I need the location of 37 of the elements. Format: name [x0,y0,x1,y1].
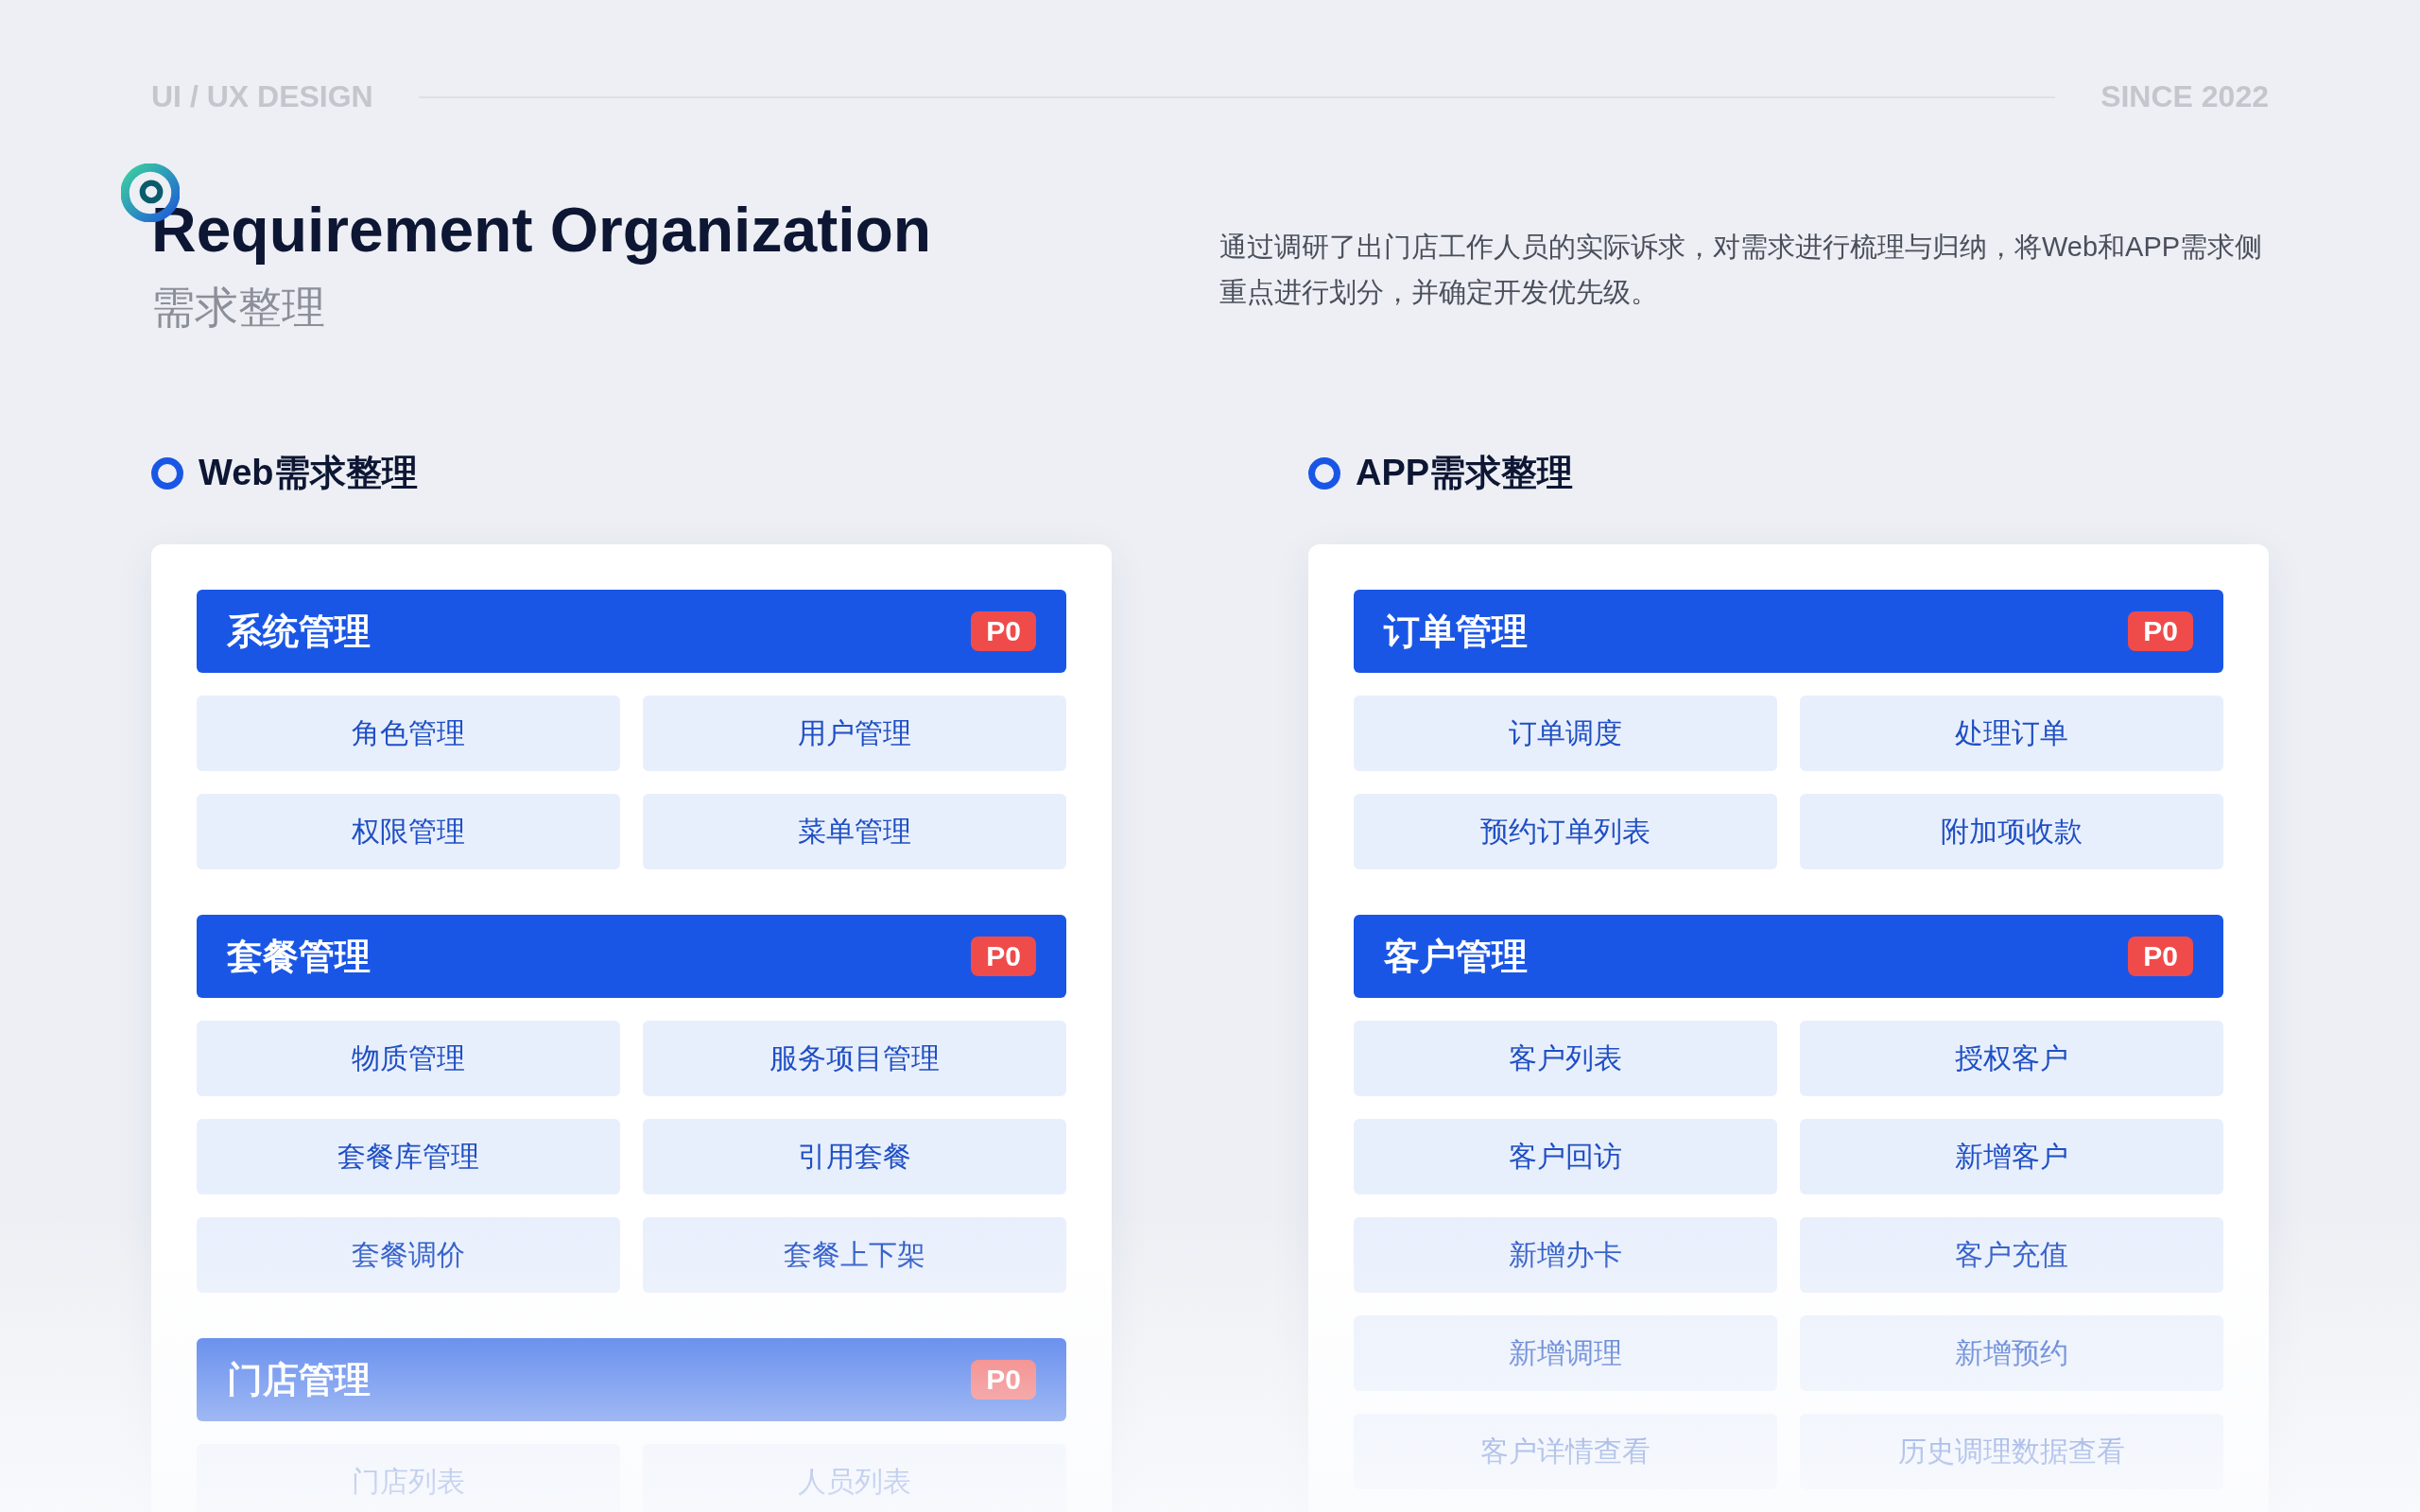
priority-badge: P0 [2128,611,2193,651]
feature-item[interactable]: 物质管理 [197,1021,620,1096]
feature-item[interactable]: 套餐调价 [197,1217,620,1293]
feature-item[interactable]: 处理订单 [1800,696,2223,771]
feature-item[interactable]: 服务项目管理 [643,1021,1066,1096]
feature-item[interactable]: 预约订单列表 [1354,794,1777,869]
feature-item[interactable]: 客户充值 [1800,1217,2223,1293]
group-title: 客户管理 [1384,935,1528,978]
feature-item[interactable]: 套餐上下架 [643,1217,1066,1293]
ring-icon [151,456,183,490]
feature-item[interactable]: 角色管理 [197,696,620,771]
feature-item[interactable]: 新增办卡 [1354,1217,1777,1293]
priority-badge: P0 [2128,936,2193,976]
feature-item[interactable]: 引用套餐 [643,1119,1066,1194]
priority-badge: P0 [971,936,1036,976]
feature-item[interactable]: 菜单管理 [643,794,1066,869]
section-heading: Web需求整理 [199,452,418,494]
group-title: 门店管理 [227,1358,371,1401]
feature-item[interactable]: 授权客户 [1800,1021,2223,1096]
page-subtitle: 需求整理 [151,282,326,334]
feature-item[interactable]: 订单调度 [1354,696,1777,771]
group-title: 套餐管理 [227,935,371,978]
group-title: 订单管理 [1384,610,1528,653]
feature-item[interactable]: 客户列表 [1354,1021,1777,1096]
feature-item[interactable]: 权限管理 [197,794,620,869]
feature-item[interactable]: 客户回访 [1354,1119,1777,1194]
group-title: 系统管理 [227,610,371,653]
description-text: 通过调研了出门店工作人员的实际诉求，对需求进行梳理与归纳，将Web和APP需求侧重点进行划分，并确定开发优先级。 [1219,231,2264,309]
page-title: Requirement Organization [151,194,932,266]
priority-badge: P0 [971,1360,1036,1400]
section-heading: APP需求整理 [1356,452,1574,494]
feature-item[interactable]: 附加项收款 [1800,794,2223,869]
feature-item[interactable]: 用户管理 [643,696,1066,771]
feature-item[interactable]: 套餐库管理 [197,1119,620,1194]
ring-icon [1308,456,1340,490]
priority-badge: P0 [971,611,1036,651]
feature-item[interactable]: 新增客户 [1800,1119,2223,1194]
